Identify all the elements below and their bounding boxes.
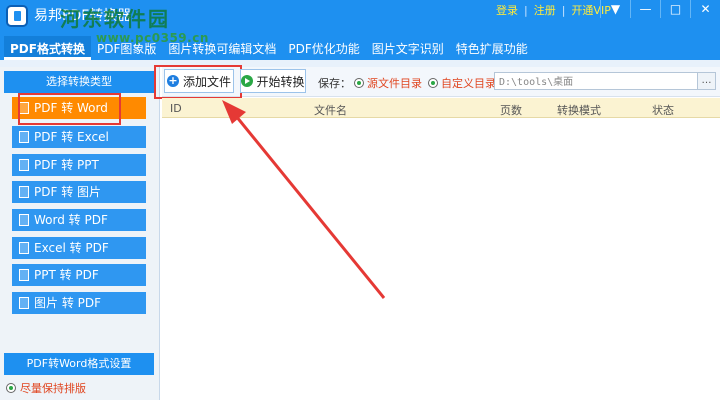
- sidebar: 选择转换类型 PDF 转 Word PDF 转 Excel PDF 转 PPT …: [0, 67, 160, 400]
- tab-pdf-format-convert[interactable]: PDF格式转换: [4, 36, 91, 60]
- login-link[interactable]: 登录: [496, 2, 518, 18]
- sidebar-item-pdf-to-word[interactable]: PDF 转 Word: [12, 97, 146, 119]
- save-custom-dir-label: 自定义目录: [441, 77, 496, 90]
- plus-icon: +: [166, 74, 179, 87]
- sidebar-item-label: PPT 转 PDF: [34, 268, 99, 282]
- tab-image-ocr[interactable]: 图片文字识别: [366, 36, 450, 60]
- keep-layout-option[interactable]: 尽量保持排版: [6, 380, 86, 396]
- menu-divider: [0, 60, 720, 67]
- dropdown-menu-icon[interactable]: ▼: [600, 0, 630, 18]
- column-convert-mode[interactable]: 转换模式: [557, 102, 601, 118]
- sidebar-item-label: 图片 转 PDF: [34, 296, 102, 310]
- document-icon: [19, 131, 29, 143]
- settings-header: PDF转Word格式设置: [4, 353, 154, 375]
- save-custom-dir-option[interactable]: 自定义目录: [428, 75, 496, 91]
- sidebar-header: 选择转换类型: [4, 71, 154, 93]
- account-links: 登录 | 注册 | 开通VIP: [496, 2, 611, 18]
- tab-extended-features[interactable]: 特色扩展功能: [450, 36, 534, 60]
- add-file-label: 添加文件: [182, 74, 231, 89]
- radio-selected-icon[interactable]: [428, 78, 438, 88]
- watermark-title: 河东软件园: [60, 7, 170, 31]
- document-icon: [19, 159, 29, 171]
- link-separator: |: [561, 3, 566, 17]
- start-convert-label: 开始转换: [256, 74, 305, 89]
- sidebar-item-label: PDF 转 Word: [34, 101, 108, 115]
- sidebar-item-excel-to-pdf[interactable]: Excel 转 PDF: [12, 237, 146, 259]
- register-link[interactable]: 注册: [534, 2, 556, 18]
- sidebar-item-label: PDF 转 图片: [34, 185, 102, 199]
- add-file-button[interactable]: + 添加文件: [164, 69, 234, 93]
- minimize-icon[interactable]: —: [630, 0, 660, 18]
- sidebar-item-label: Word 转 PDF: [34, 213, 108, 227]
- play-icon: [241, 75, 254, 87]
- sidebar-item-pdf-to-excel[interactable]: PDF 转 Excel: [12, 126, 146, 148]
- save-label: 保存：: [318, 77, 351, 90]
- word-icon: [19, 214, 29, 226]
- sidebar-item-label: PDF 转 PPT: [34, 158, 99, 172]
- file-list-area[interactable]: [162, 118, 720, 400]
- sidebar-item-image-to-pdf[interactable]: 图片 转 PDF: [12, 292, 146, 314]
- close-icon[interactable]: ✕: [690, 0, 720, 18]
- sidebar-item-pdf-to-image[interactable]: PDF 转 图片: [12, 181, 146, 203]
- excel-icon: [19, 242, 29, 254]
- column-id[interactable]: ID: [170, 102, 182, 115]
- save-source-dir-option[interactable]: 源文件目录: [354, 75, 422, 91]
- output-path-field[interactable]: D:\tools\桌面: [494, 72, 698, 90]
- column-filename[interactable]: 文件名: [314, 102, 347, 118]
- sidebar-item-word-to-pdf[interactable]: Word 转 PDF: [12, 209, 146, 231]
- ppt-icon: [19, 269, 29, 281]
- document-icon: [19, 102, 29, 114]
- column-pages[interactable]: 页数: [500, 102, 522, 118]
- keep-layout-label: 尽量保持排版: [20, 382, 86, 395]
- save-source-dir-label: 源文件目录: [367, 77, 422, 90]
- sidebar-item-pdf-to-ppt[interactable]: PDF 转 PPT: [12, 154, 146, 176]
- tab-pdf-optimize[interactable]: PDF优化功能: [282, 36, 365, 60]
- window-controls: ▼ — □ ✕: [600, 0, 720, 18]
- image-icon: [19, 297, 29, 309]
- browse-folder-button[interactable]: …: [698, 72, 716, 90]
- sidebar-item-label: Excel 转 PDF: [34, 241, 109, 255]
- start-convert-button[interactable]: 开始转换: [240, 69, 306, 93]
- column-status[interactable]: 状态: [652, 102, 674, 118]
- maximize-icon[interactable]: □: [660, 0, 690, 18]
- document-icon: [19, 186, 29, 198]
- sidebar-item-ppt-to-pdf[interactable]: PPT 转 PDF: [12, 264, 146, 286]
- link-separator: |: [524, 3, 528, 17]
- radio-selected-icon[interactable]: [6, 383, 16, 393]
- radio-selected-icon[interactable]: [354, 78, 364, 88]
- app-logo-icon: [6, 5, 28, 27]
- watermark-url: www.pc0359.cn: [96, 31, 209, 45]
- sidebar-item-label: PDF 转 Excel: [34, 130, 109, 144]
- file-table-header: ID 文件名 页数 转换模式 状态: [162, 98, 720, 118]
